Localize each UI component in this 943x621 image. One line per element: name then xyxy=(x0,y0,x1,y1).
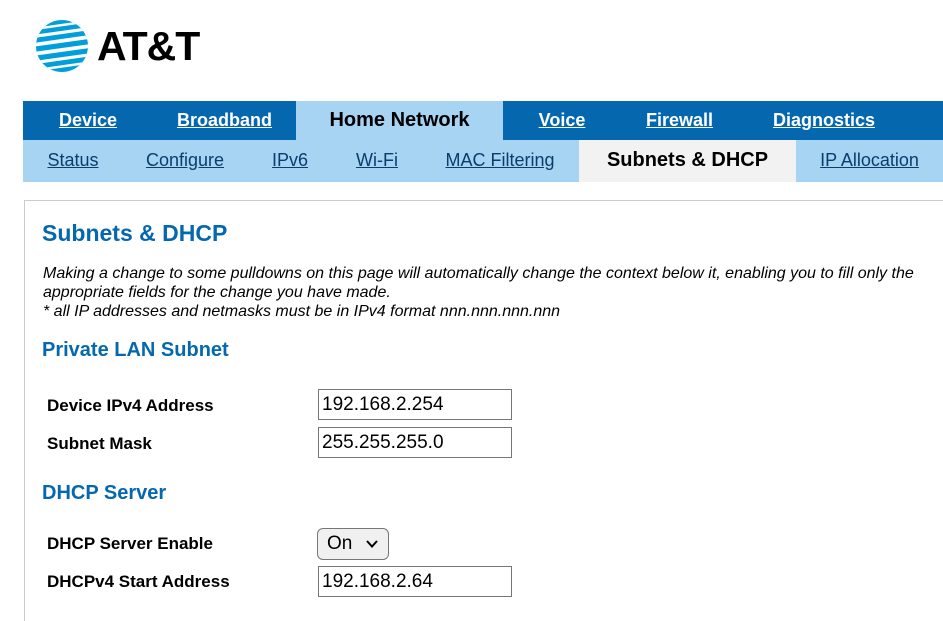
subtab-ipv6[interactable]: IPv6 xyxy=(247,140,333,182)
subtab-ip-allocation[interactable]: IP Allocation xyxy=(796,140,943,182)
tab-firewall[interactable]: Firewall xyxy=(621,101,738,140)
section-dhcp-server: DHCP Server xyxy=(42,482,167,504)
subtab-mac-filtering[interactable]: MAC Filtering xyxy=(421,140,579,182)
intro-paragraph: Making a change to some pulldowns on thi… xyxy=(43,265,914,301)
sub-nav: Status Configure IPv6 Wi-Fi MAC Filterin… xyxy=(23,140,943,182)
att-logo: AT&T xyxy=(35,19,200,73)
subnet-mask-input[interactable] xyxy=(318,427,512,458)
dhcp-start-input[interactable] xyxy=(318,566,512,597)
tab-device[interactable]: Device xyxy=(23,101,153,140)
device-ipv4-input[interactable] xyxy=(318,389,512,420)
brand-name: AT&T xyxy=(97,22,200,69)
intro-text: Making a change to some pulldowns on thi… xyxy=(43,264,943,321)
tab-voice[interactable]: Voice xyxy=(503,101,621,140)
subtab-status[interactable]: Status xyxy=(23,140,123,182)
tab-diagnostics[interactable]: Diagnostics xyxy=(738,101,910,140)
section-private-lan: Private LAN Subnet xyxy=(42,339,229,361)
tab-broadband[interactable]: Broadband xyxy=(153,101,296,140)
page-title: Subnets & DHCP xyxy=(42,220,228,246)
format-note: * all IP addresses and netmasks must be … xyxy=(43,303,561,320)
subnet-mask-label: Subnet Mask xyxy=(47,434,152,453)
tab-home-network[interactable]: Home Network xyxy=(296,101,503,140)
dhcp-enable-select[interactable]: On xyxy=(317,528,389,560)
dhcp-start-label: DHCPv4 Start Address xyxy=(47,572,230,591)
att-globe-icon xyxy=(36,20,88,72)
device-ipv4-label: Device IPv4 Address xyxy=(47,396,214,415)
main-nav: Device Broadband Home Network Voice Fire… xyxy=(23,101,943,140)
subtab-subnets-dhcp[interactable]: Subnets & DHCP xyxy=(579,140,796,182)
subtab-configure[interactable]: Configure xyxy=(123,140,247,182)
dhcp-enable-label: DHCP Server Enable xyxy=(47,534,213,553)
subtab-wifi[interactable]: Wi-Fi xyxy=(333,140,421,182)
dhcp-enable-value: On xyxy=(327,533,353,554)
chevron-down-icon xyxy=(366,540,378,548)
